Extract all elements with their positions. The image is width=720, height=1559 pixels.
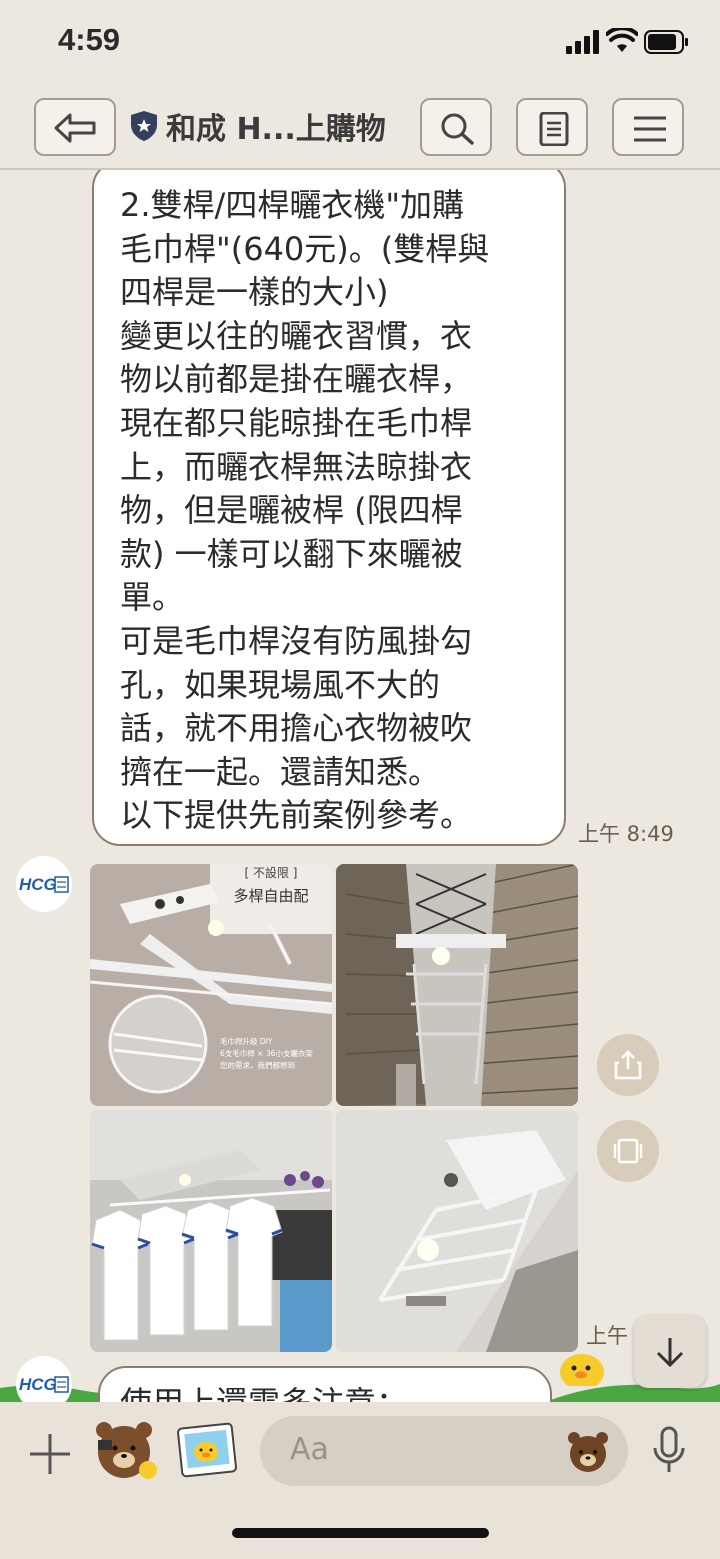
message-line: 款) 一樣可以翻下來曬被 xyxy=(120,534,463,573)
chat-area[interactable]: 2.雙桿/四桿曬衣機"加購 毛巾桿"(640元)。(雙桿與 四桿是一樣的大小) … xyxy=(0,170,720,1402)
svg-text:HCG: HCG xyxy=(19,875,57,894)
scroll-to-bottom-button[interactable] xyxy=(634,1316,706,1388)
back-button[interactable] xyxy=(34,98,116,156)
message-line: 2.雙桿/四桿曬衣機"加購 xyxy=(120,186,465,224)
promo-caption: 毛巾桿升級 DIY xyxy=(220,1036,273,1046)
message-bubble-text[interactable]: 使用上還需多注意： xyxy=(98,1366,552,1402)
promo-headline: 多桿自由配 xyxy=(233,887,308,905)
message-line: 孔，如果現場風不大的 xyxy=(120,665,441,704)
chat-title: 和成 H...上購物 xyxy=(166,112,386,147)
wifi-icon xyxy=(606,28,638,52)
message-timestamp: 上午 8:49 xyxy=(578,822,674,846)
sender-avatar[interactable]: HCG xyxy=(16,1356,72,1402)
message-line: 以下提供先前案例參考。 xyxy=(120,796,473,835)
sally-chick-sticker xyxy=(560,1354,604,1386)
status-time: 4:59 xyxy=(58,22,121,57)
search-button[interactable] xyxy=(420,98,492,156)
status-bar: 4:59 xyxy=(0,0,720,84)
share-icon xyxy=(614,1050,642,1080)
battery-icon xyxy=(644,30,688,54)
message-line: 單。 xyxy=(120,578,185,617)
photo-promo[interactable]: [ 不設限 ] 多桿自由配 毛巾桿升級 DIY 6支毛巾桿 × 36小支曬衣架 … xyxy=(90,864,332,1106)
message-line: 使用上還需多注意： xyxy=(120,1384,408,1402)
cellular-signal-icon xyxy=(566,30,599,54)
message-line: 現在都只能晾掛在毛巾桿 xyxy=(120,403,473,442)
message-line: 變更以往的曬衣習慣，衣 xyxy=(120,316,473,355)
search-icon xyxy=(441,113,474,145)
message-line: 上，而曬衣桿無法晾掛衣 xyxy=(120,447,473,486)
menu-icon xyxy=(634,116,666,142)
album-button[interactable] xyxy=(597,1120,659,1182)
message-line: 擠在一起。還請知悉。 xyxy=(120,752,441,791)
official-account-shield-icon xyxy=(131,111,157,141)
sticker-button-sally[interactable] xyxy=(176,1422,238,1478)
home-indicator[interactable] xyxy=(232,1528,489,1538)
promo-badge: [ 不設限 ] xyxy=(245,865,298,880)
photo-installation-ceiling[interactable] xyxy=(336,1110,578,1352)
message-bubble-text[interactable]: 2.雙桿/四桿曬衣機"加購 毛巾桿"(640元)。(雙桿與 四桿是一樣的大小) … xyxy=(92,170,566,846)
notes-button[interactable] xyxy=(516,98,588,156)
message-line: 話，就不用擔心衣物被吹 xyxy=(120,709,473,748)
message-line: 毛巾桿"(640元)。(雙桿與 xyxy=(120,229,490,268)
promo-caption: 6支毛巾桿 × 36小支曬衣架 xyxy=(220,1048,313,1058)
message-input-placeholder: Aa xyxy=(290,1432,329,1467)
svg-text:HCG: HCG xyxy=(19,1375,57,1394)
hcg-logo: HCG xyxy=(19,1375,69,1394)
mic-icon[interactable] xyxy=(652,1426,686,1476)
album-icon xyxy=(613,1138,643,1164)
message-line: 物以前都是掛在曬衣桿， xyxy=(120,360,473,399)
sender-avatar[interactable]: HCG xyxy=(16,856,72,912)
back-arrow-icon xyxy=(54,113,96,143)
message-line: 可是毛巾桿沒有防風掛勾 xyxy=(120,621,473,660)
share-button[interactable] xyxy=(597,1034,659,1096)
promo-caption: 您的需求，我們都想到 xyxy=(220,1060,295,1070)
photo-installation-shirts[interactable] xyxy=(90,1110,332,1352)
message-line: 四桿是一樣的大小) xyxy=(120,273,389,312)
plus-icon[interactable] xyxy=(28,1432,72,1476)
arrow-down-icon xyxy=(656,1338,684,1368)
emoji-button[interactable] xyxy=(566,1430,610,1474)
chat-header: 和成 H...上購物 xyxy=(0,84,720,170)
notes-icon xyxy=(539,112,569,146)
message-input[interactable]: Aa xyxy=(260,1416,628,1486)
sticker-button-brown[interactable] xyxy=(92,1414,162,1484)
menu-button[interactable] xyxy=(612,98,684,156)
message-line: 物，但是曬被桿 (限四桿 xyxy=(120,491,463,530)
hcg-logo: HCG xyxy=(19,875,69,894)
photo-installation-corridor[interactable] xyxy=(336,864,578,1106)
